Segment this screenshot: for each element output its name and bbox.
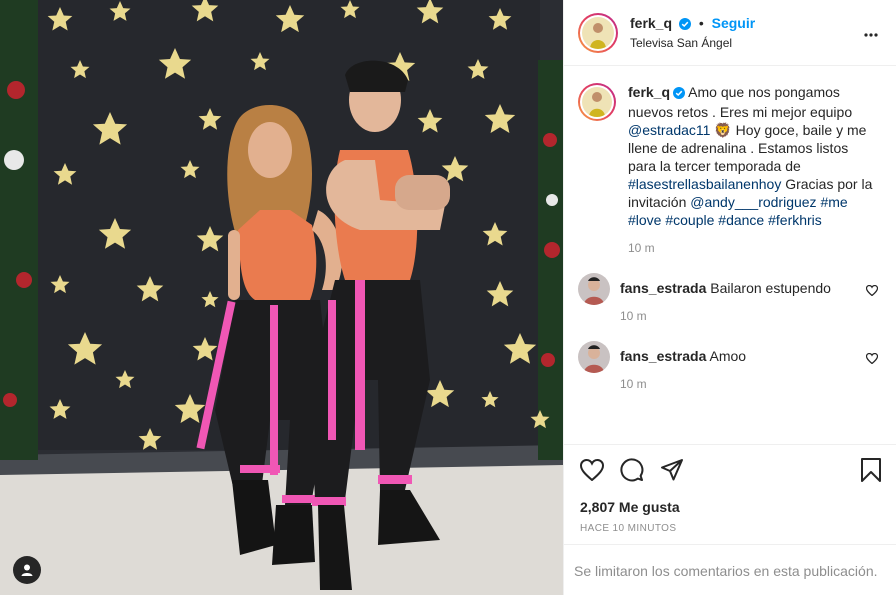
verified-badge-icon — [678, 17, 691, 33]
location-link[interactable]: Televisa San Ángel — [630, 36, 755, 50]
likes-count[interactable]: 2,807 Me gusta — [564, 485, 896, 515]
comment-time[interactable]: 10 m — [620, 377, 868, 391]
author-username[interactable]: ferk_q — [630, 15, 672, 31]
caption: ferk_q Amo que nos pongamos nuevos retos… — [578, 83, 882, 255]
comment-body: Amoo — [709, 348, 747, 364]
comment-icon[interactable] — [620, 457, 644, 485]
comment-like-heart-icon[interactable] — [865, 351, 879, 367]
comment-username[interactable]: fans_estrada — [620, 348, 706, 364]
avatar — [582, 16, 614, 49]
avatar[interactable] — [578, 341, 610, 373]
avatar — [582, 87, 612, 117]
verified-badge-icon — [673, 85, 686, 103]
caption-avatar-ring[interactable] — [578, 83, 616, 121]
hashtag-link[interactable]: #lasestrellasbailanenhoy — [628, 176, 781, 192]
author-info: ferk_q • Seguir Televisa San Ángel — [630, 15, 755, 50]
comment-username[interactable]: fans_estrada — [620, 280, 706, 296]
caption-username[interactable]: ferk_q — [628, 84, 670, 100]
avatar[interactable] — [578, 273, 610, 305]
comment-text: fans_estrada Amoo — [620, 341, 868, 365]
post-actions: 2,807 Me gusta HACE 10 MINUTOS Se limita… — [564, 444, 896, 595]
comment-item: fans_estrada Bailaron estupendo 10 m — [578, 273, 882, 323]
comment-item: fans_estrada Amoo 10 m — [578, 341, 882, 391]
mention-link[interactable]: @estradac11 — [628, 122, 710, 138]
post-photo[interactable] — [0, 0, 563, 595]
follow-button[interactable]: Seguir — [712, 15, 756, 31]
heart-icon[interactable] — [579, 458, 605, 484]
comment-text: fans_estrada Bailaron estupendo — [620, 273, 868, 297]
comment-body: Bailaron estupendo — [710, 280, 831, 296]
user-tag-icon[interactable] — [13, 556, 41, 584]
post-details-panel: ferk_q • Seguir Televisa San Ángel ferk_… — [563, 0, 896, 595]
comment-time[interactable]: 10 m — [620, 309, 868, 323]
author-avatar-ring[interactable] — [578, 12, 618, 53]
caption-time[interactable]: 10 m — [628, 241, 878, 255]
share-icon[interactable] — [660, 458, 684, 485]
comments-list[interactable]: ferk_q Amo que nos pongamos nuevos retos… — [564, 67, 896, 444]
separator-dot: • — [698, 15, 704, 31]
mention-link[interactable]: @andy___rodriguez — [690, 194, 816, 210]
caption-text: ferk_q Amo que nos pongamos nuevos retos… — [628, 83, 878, 229]
more-options-icon[interactable] — [864, 24, 878, 40]
post-header: ferk_q • Seguir Televisa San Ángel — [564, 0, 896, 66]
action-bar — [564, 445, 896, 485]
post-timestamp[interactable]: HACE 10 MINUTOS — [564, 515, 896, 534]
comment-like-heart-icon[interactable] — [865, 283, 879, 299]
bookmark-icon[interactable] — [860, 458, 882, 485]
instagram-post: ferk_q • Seguir Televisa San Ángel ferk_… — [0, 0, 896, 595]
comments-limited-notice: Se limitaron los comentarios en esta pub… — [564, 544, 896, 596]
photo-illustration — [0, 0, 563, 595]
lion-emoji: 🦁 — [714, 122, 732, 138]
